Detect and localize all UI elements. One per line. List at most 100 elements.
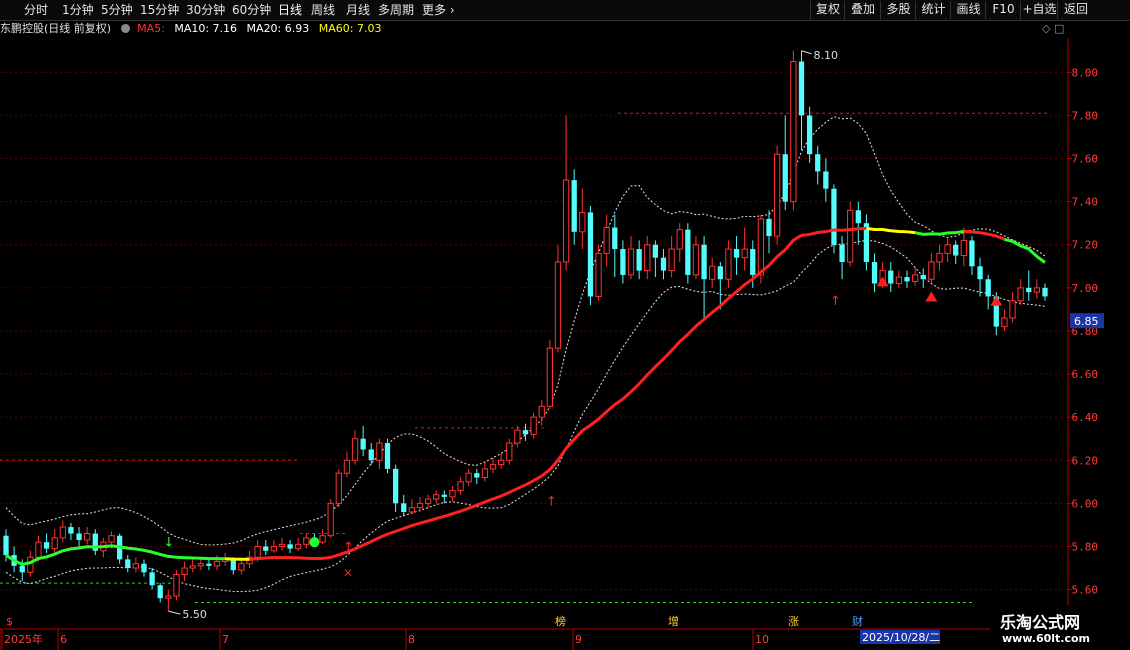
toolbar-button-7[interactable]: 返回: [1057, 1, 1094, 19]
candle-body: [733, 249, 740, 258]
period-tab-9[interactable]: 多周期: [378, 2, 414, 18]
candle-body: [165, 595, 172, 599]
candle[interactable]: [117, 533, 123, 564]
candle[interactable]: [173, 570, 180, 601]
candle-body: [441, 494, 447, 497]
period-tab-6[interactable]: 日线: [278, 2, 302, 18]
candle-body: [1042, 287, 1048, 297]
candle-body: [287, 544, 293, 549]
toolbar-button-5[interactable]: F10: [985, 1, 1021, 19]
candle[interactable]: [384, 438, 391, 474]
candle-body: [433, 494, 440, 500]
candle-body: [579, 211, 586, 233]
signal-dot: [309, 537, 320, 548]
y-tick-label: 5.60: [1072, 584, 1099, 597]
candle[interactable]: [773, 145, 781, 245]
candle-body: [408, 507, 415, 513]
settings-icon[interactable]: [120, 24, 130, 33]
month-label: 10: [755, 633, 769, 646]
y-tick-label: 6.00: [1072, 497, 1099, 510]
candle[interactable]: [587, 205, 594, 306]
candle-body: [904, 277, 910, 282]
month-label: 8: [408, 633, 415, 646]
candle-body: [888, 270, 894, 284]
candle[interactable]: [847, 201, 854, 267]
candle[interactable]: [530, 412, 537, 439]
candle-body: [68, 527, 74, 534]
kline-chart[interactable]: 8.007.807.607.407.207.006.806.606.406.20…: [0, 0, 1130, 650]
candle[interactable]: [685, 223, 691, 284]
candle-body: [3, 535, 9, 556]
candle-body: [254, 545, 261, 558]
y-tick-label: 6.40: [1072, 411, 1099, 424]
y-tick-label: 6.60: [1072, 368, 1099, 381]
candle-body: [498, 459, 505, 466]
candle[interactable]: [790, 50, 797, 211]
candle-body: [847, 209, 854, 263]
candle-body: [51, 537, 58, 550]
candle-body: [351, 438, 359, 461]
candle-body: [343, 459, 351, 474]
candle-body: [782, 154, 788, 202]
month-label: 9: [575, 633, 582, 646]
period-tab-7[interactable]: 周线: [311, 2, 335, 18]
toolbar-button-1[interactable]: 叠加: [844, 1, 881, 19]
up-arrow-icon: ↑: [343, 540, 354, 555]
toolbar-button-3[interactable]: 统计: [915, 1, 951, 19]
candle-body: [620, 249, 626, 275]
candle[interactable]: [506, 438, 513, 465]
toolbar-button-6[interactable]: +自选: [1020, 1, 1058, 19]
candle[interactable]: [595, 244, 602, 301]
period-tab-5[interactable]: 60分钟: [232, 2, 271, 18]
candle-body: [773, 153, 781, 237]
candle-body: [319, 535, 326, 543]
stock-title[interactable]: 东鹏控股(日线 前复权): [0, 22, 111, 35]
candle-body: [692, 244, 700, 276]
candle-body: [514, 429, 521, 444]
candle-body: [141, 563, 147, 573]
candle-body: [84, 533, 91, 541]
candle-body: [132, 563, 140, 569]
info-bar: 东鹏控股(日线 前复权) MA5: MA10: 7.16 MA20: 6.93 …: [0, 21, 381, 37]
candle-body: [928, 261, 935, 280]
period-tab-4[interactable]: 30分钟: [186, 2, 225, 18]
period-tab-0[interactable]: 分时: [24, 2, 48, 18]
candle-body: [1017, 287, 1024, 302]
candle-body: [384, 443, 391, 469]
chart-corner-icons[interactable]: ◇ □: [1042, 22, 1064, 35]
candle-body: [392, 468, 399, 504]
candle[interactable]: [327, 499, 334, 538]
candle-body: [538, 405, 545, 418]
candle-body: [562, 179, 570, 263]
cursor-date-label: 2025/10/28/二: [862, 631, 940, 644]
candle-body: [685, 229, 691, 275]
candle[interactable]: [831, 184, 837, 254]
candle-body: [263, 546, 269, 551]
trend-line-segment: [225, 557, 250, 561]
toolbar-button-2[interactable]: 多股: [880, 1, 916, 19]
candle-body: [360, 438, 366, 450]
candle-body: [587, 212, 594, 297]
candle-body: [660, 257, 667, 271]
period-tab-1[interactable]: 1分钟: [62, 2, 94, 18]
candle-body: [895, 276, 903, 285]
toolbar-button-0[interactable]: 复权: [810, 1, 845, 19]
period-tab-8[interactable]: 月线: [346, 2, 370, 18]
candle[interactable]: [546, 339, 553, 409]
period-tab-10[interactable]: 更多 ›: [422, 2, 455, 18]
candle-body: [953, 244, 959, 256]
candle-body: [449, 489, 456, 498]
candle-body: [35, 541, 42, 558]
candle-body: [741, 248, 748, 259]
candle[interactable]: [335, 468, 342, 508]
period-tab-3[interactable]: 15分钟: [140, 2, 179, 18]
candle-body: [19, 565, 25, 573]
candle-body: [676, 229, 683, 250]
toolbar-button-4[interactable]: 画线: [950, 1, 986, 19]
candle-body: [1001, 317, 1008, 328]
event-marker-icon: $: [6, 615, 13, 628]
low-price-label: 5.50: [182, 608, 207, 621]
candle-body: [189, 565, 196, 569]
period-tab-2[interactable]: 5分钟: [101, 2, 133, 18]
month-label: 2025年: [4, 632, 43, 646]
